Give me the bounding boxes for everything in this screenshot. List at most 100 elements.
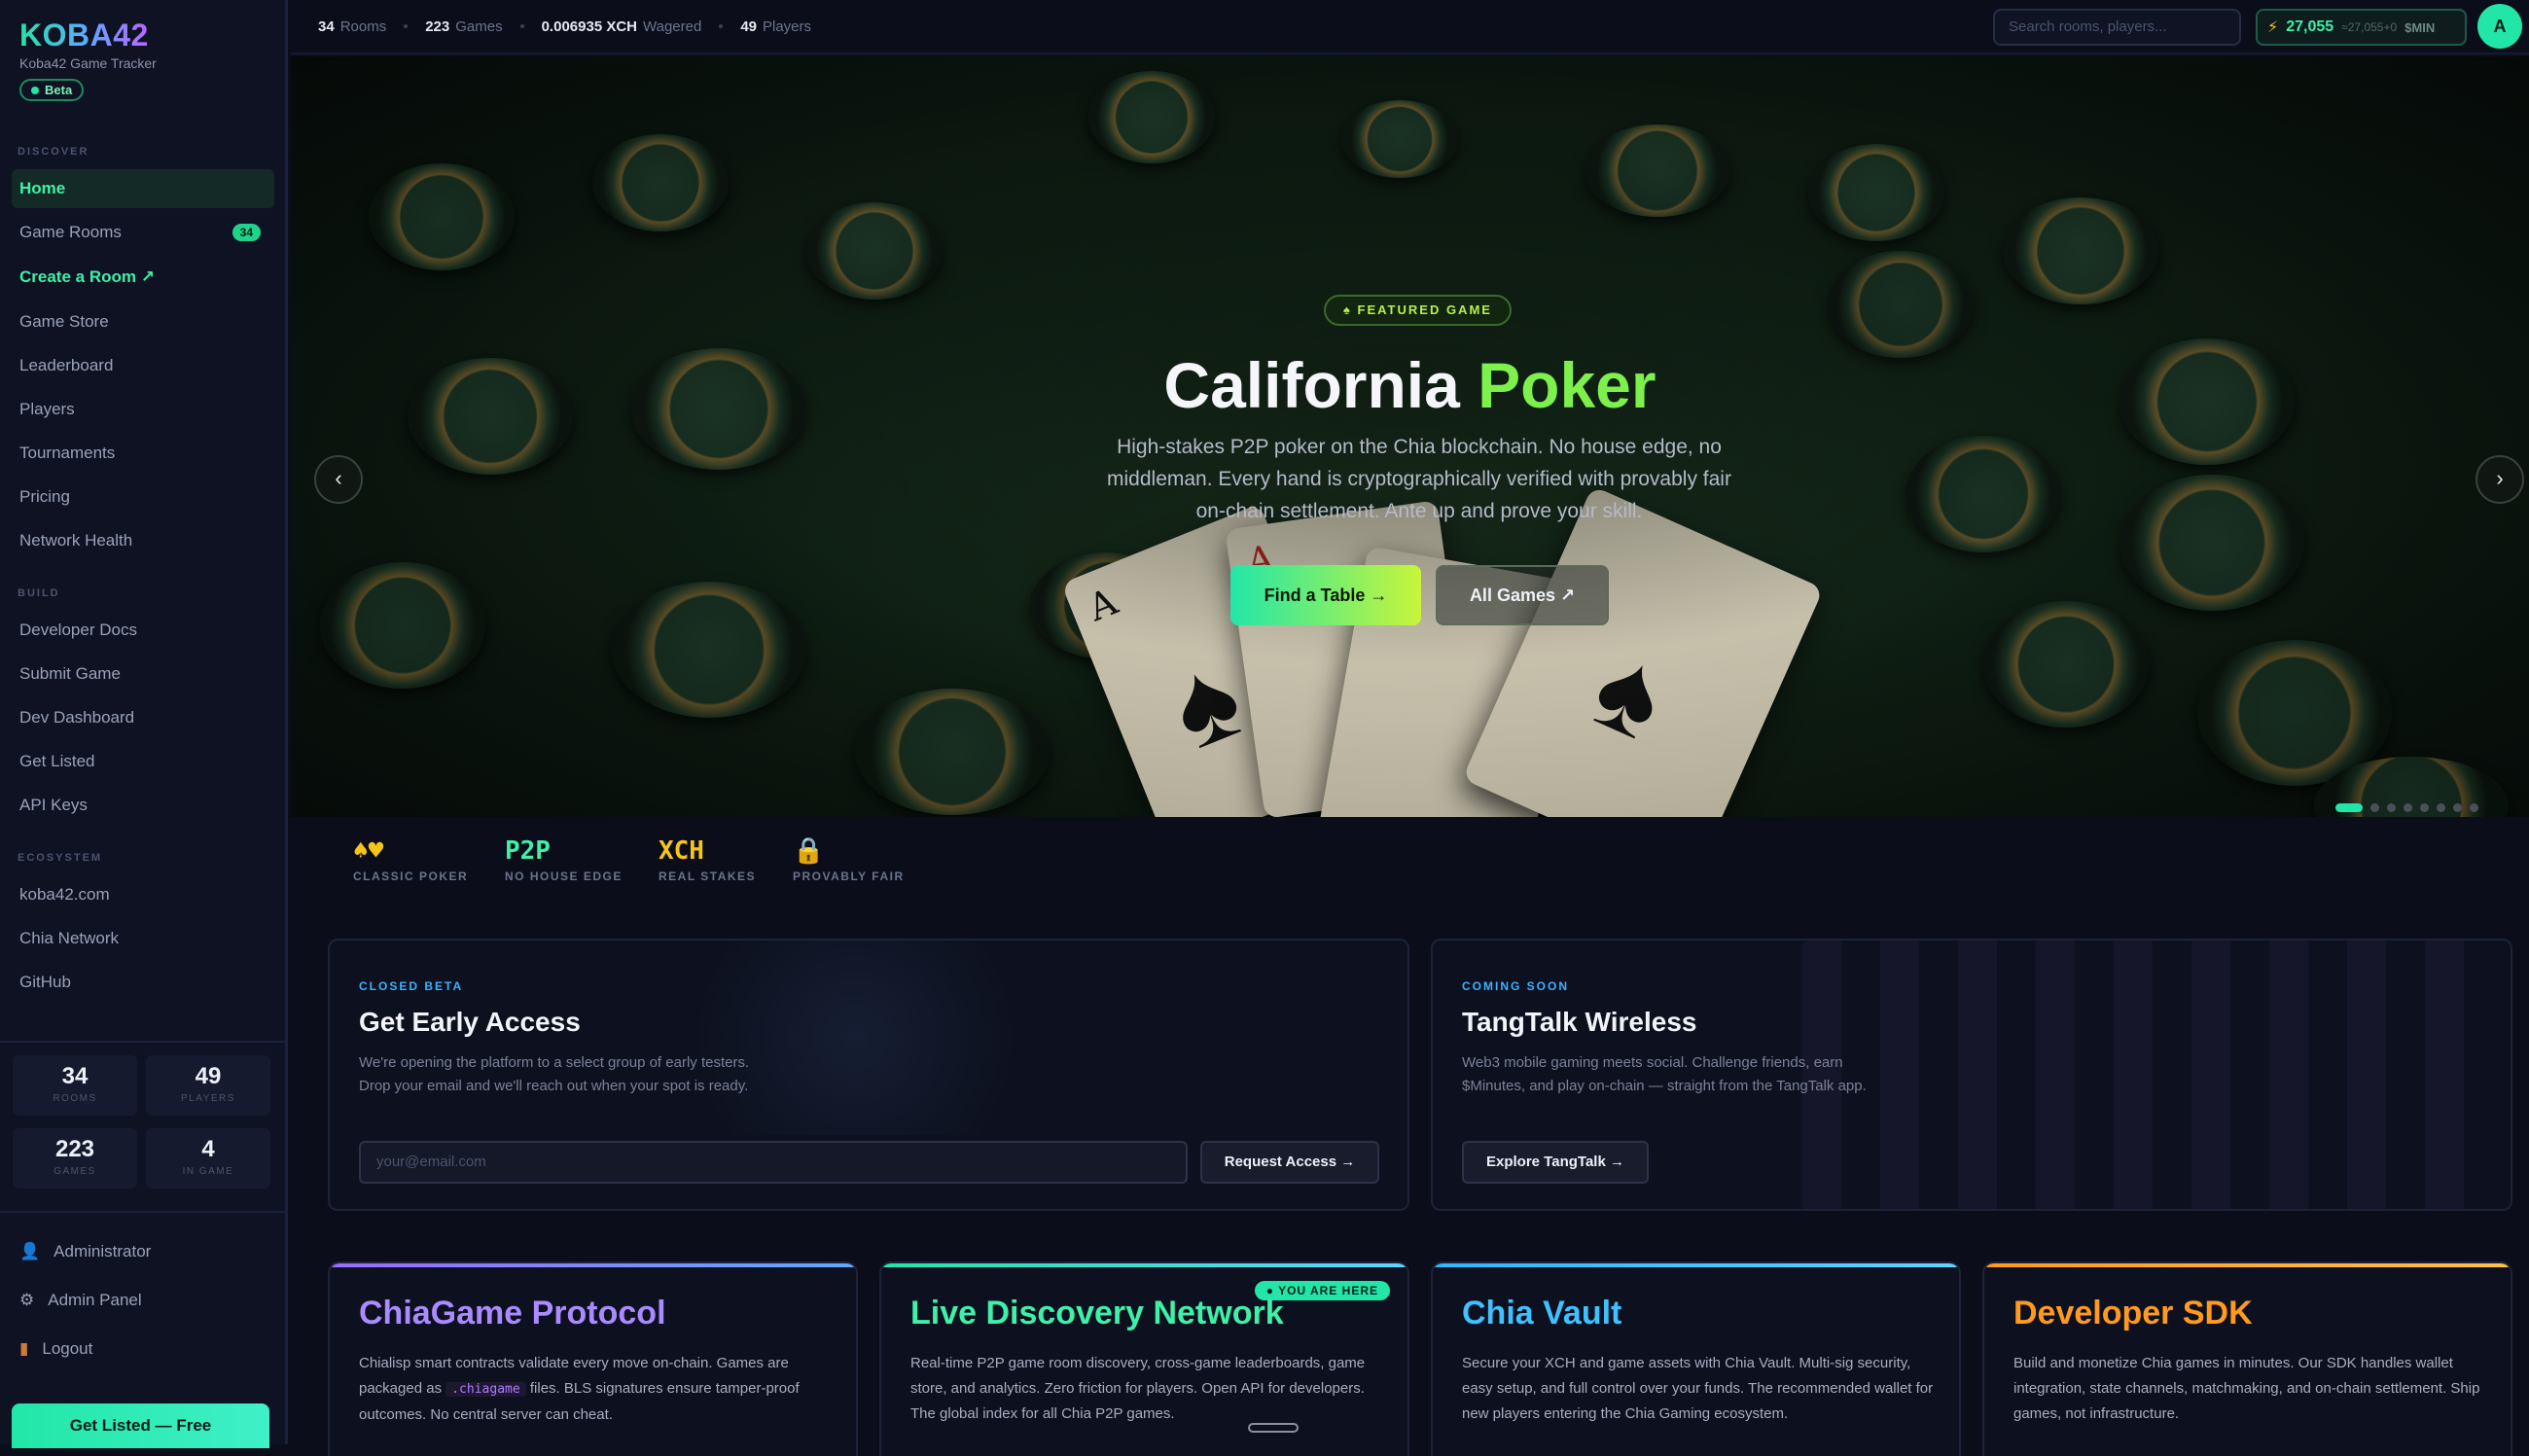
carousel-dots xyxy=(2335,803,2478,812)
product-card-chia-vault[interactable]: Chia Vault Secure your XCH and game asse… xyxy=(1431,1261,1961,1456)
sidebar-item-game-rooms[interactable]: Game Rooms 34 xyxy=(12,213,274,252)
get-listed-button[interactable]: Get Listed — Free xyxy=(12,1403,269,1448)
card-accent-bar xyxy=(1984,1263,2511,1267)
sidebar-item-tournaments[interactable]: Tournaments xyxy=(12,434,274,473)
sidebar-item-label: Administrator xyxy=(53,1242,152,1261)
stat-players: 49 PLAYERS xyxy=(146,1055,270,1116)
carousel-next-button[interactable]: › xyxy=(2476,455,2524,504)
sidebar-item-github[interactable]: GitHub xyxy=(12,963,274,1002)
topbar-stat-wagered: 0.006935 XCH Wagered xyxy=(542,18,702,35)
carousel-dot[interactable] xyxy=(2387,803,2396,812)
stat-value: 49 xyxy=(740,18,757,35)
stat-value: 223 xyxy=(425,18,450,35)
sidebar-item-game-store[interactable]: Game Store xyxy=(12,302,274,341)
stat-value: 4 xyxy=(201,1136,215,1162)
carousel-prev-button[interactable]: ‹ xyxy=(314,455,363,504)
brand-subtitle: Koba42 Game Tracker xyxy=(19,55,157,71)
sidebar-item-administrator[interactable]: 👤 Administrator xyxy=(19,1242,151,1261)
feature-value: ♠♥ xyxy=(353,836,384,866)
topbar-stat-players: 49 Players xyxy=(740,18,811,35)
separator-dot xyxy=(519,24,524,28)
email-field[interactable]: your@email.com xyxy=(359,1141,1188,1184)
request-access-button[interactable]: Request Access → xyxy=(1200,1141,1379,1184)
early-access-panel: CLOSED BETA Get Early Access We're openi… xyxy=(328,939,1409,1211)
product-card-developer-sdk[interactable]: Developer SDK Build and monetize Chia ga… xyxy=(1982,1261,2512,1456)
section-title-discover: DISCOVER xyxy=(18,146,89,158)
product-description: Build and monetize Chia games in minutes… xyxy=(2013,1355,2480,1422)
search-input[interactable]: Search rooms, players... xyxy=(1993,9,2241,46)
separator-dot xyxy=(719,24,724,28)
background-art xyxy=(651,941,1059,1135)
stat-label: Games xyxy=(455,18,503,35)
sidebar-item-get-listed[interactable]: Get Listed xyxy=(12,742,274,781)
feature-value: P2P xyxy=(505,836,551,866)
tangtalk-panel: COMING SOON TangTalk Wireless Web3 mobil… xyxy=(1431,939,2512,1211)
sidebar-item-koba42[interactable]: koba42.com xyxy=(12,875,274,914)
sidebar-item-admin-panel[interactable]: ⚙ Admin Panel xyxy=(19,1291,142,1310)
sidebar-item-label: Game Rooms xyxy=(19,223,122,241)
avatar[interactable]: A xyxy=(2477,4,2522,49)
early-access-title: Get Early Access xyxy=(359,1007,581,1037)
sidebar-item-dev-dashboard[interactable]: Dev Dashboard xyxy=(12,698,274,737)
section-title-ecosystem: ECOSYSTEM xyxy=(18,852,103,864)
explore-tangtalk-button[interactable]: Explore TangTalk → xyxy=(1462,1141,1649,1184)
sidebar-item-network-health[interactable]: Network Health xyxy=(12,521,274,560)
find-table-button[interactable]: Find a Table → xyxy=(1230,565,1421,625)
early-access-eyebrow: CLOSED BETA xyxy=(359,979,464,993)
sidebar-item-home[interactable]: Home xyxy=(12,169,274,208)
carousel-dot[interactable] xyxy=(2420,803,2429,812)
hero-carousel: A♠ A ♠ ♠ FEATURED GAME California Poker … xyxy=(291,56,2529,817)
sidebar-item-create-room[interactable]: Create a Room ↗ xyxy=(12,258,274,297)
door-icon: ▮ xyxy=(19,1339,29,1358)
carousel-dot[interactable] xyxy=(2470,803,2478,812)
stat-rooms: 34 ROOMS xyxy=(13,1055,137,1116)
product-card-live-discovery[interactable]: ● YOU ARE HERE Live Discovery Network Re… xyxy=(879,1261,1409,1456)
hero-title: California Poker xyxy=(291,348,2529,422)
hero-description: High-stakes P2P poker on the Chia blockc… xyxy=(1107,436,1731,522)
stat-in-game: 4 IN GAME xyxy=(146,1128,270,1189)
product-title: Developer SDK xyxy=(2013,1295,2253,1332)
lock-icon: 🔒 xyxy=(793,836,825,866)
card-accent-bar xyxy=(1433,1263,1959,1267)
sidebar-item-developer-docs[interactable]: Developer Docs xyxy=(12,611,274,650)
sidebar-item-leaderboard[interactable]: Leaderboard xyxy=(12,346,274,385)
brand-logo[interactable]: KOBA42 xyxy=(19,18,157,53)
feature-label: NO HOUSE EDGE xyxy=(505,870,623,883)
status-dot-icon xyxy=(31,86,39,94)
carousel-dot[interactable] xyxy=(2335,803,2363,812)
sidebar-item-logout[interactable]: ▮ Logout xyxy=(19,1339,92,1359)
sidebar-item-pricing[interactable]: Pricing xyxy=(12,478,274,516)
rooms-count-badge: 34 xyxy=(232,224,261,241)
wallet-sub-amount: ≈27,055+0 xyxy=(2341,20,2398,34)
scroll-indicator[interactable] xyxy=(1248,1423,1299,1433)
lightning-icon: ⚡ xyxy=(2267,19,2279,36)
divider xyxy=(0,1041,285,1043)
product-card-chiagame-protocol[interactable]: ChiaGame Protocol Chialisp smart contrac… xyxy=(328,1261,858,1456)
sidebar: KOBA42 Koba42 Game Tracker Beta DISCOVER… xyxy=(0,0,288,1448)
carousel-dot[interactable] xyxy=(2370,803,2379,812)
section-title-build: BUILD xyxy=(18,587,60,599)
background-art xyxy=(1802,941,2483,1209)
tangtalk-eyebrow: COMING SOON xyxy=(1462,979,1570,993)
carousel-dot[interactable] xyxy=(2437,803,2445,812)
hero-title-highlight: Poker xyxy=(1478,349,1656,421)
product-title: Live Discovery Network xyxy=(910,1295,1284,1332)
sidebar-item-label: Logout xyxy=(42,1339,93,1358)
divider xyxy=(0,1211,285,1213)
all-games-button[interactable]: All Games ↗ xyxy=(1436,565,1609,625)
beta-badge: Beta xyxy=(19,79,85,101)
stat-label: Rooms xyxy=(339,18,387,35)
sidebar-item-submit-game[interactable]: Submit Game xyxy=(12,655,274,693)
stat-label: ROOMS xyxy=(53,1093,97,1104)
stat-label: PLAYERS xyxy=(181,1093,235,1104)
sidebar-item-api-keys[interactable]: API Keys xyxy=(12,786,274,825)
sidebar-item-chia-network[interactable]: Chia Network xyxy=(12,919,274,958)
card-accent-bar xyxy=(881,1263,1407,1267)
carousel-dot[interactable] xyxy=(2404,803,2412,812)
topbar-stat-rooms: 34 Rooms xyxy=(318,18,386,35)
wallet-balance[interactable]: ⚡ 27,055 ≈27,055+0 $MIN xyxy=(2256,9,2467,46)
carousel-dot[interactable] xyxy=(2453,803,2462,812)
sidebar-item-players[interactable]: Players xyxy=(12,390,274,429)
featured-game-badge: ♠ FEATURED GAME xyxy=(1324,295,1512,326)
product-description: Chialisp smart contracts validate every … xyxy=(359,1351,836,1428)
